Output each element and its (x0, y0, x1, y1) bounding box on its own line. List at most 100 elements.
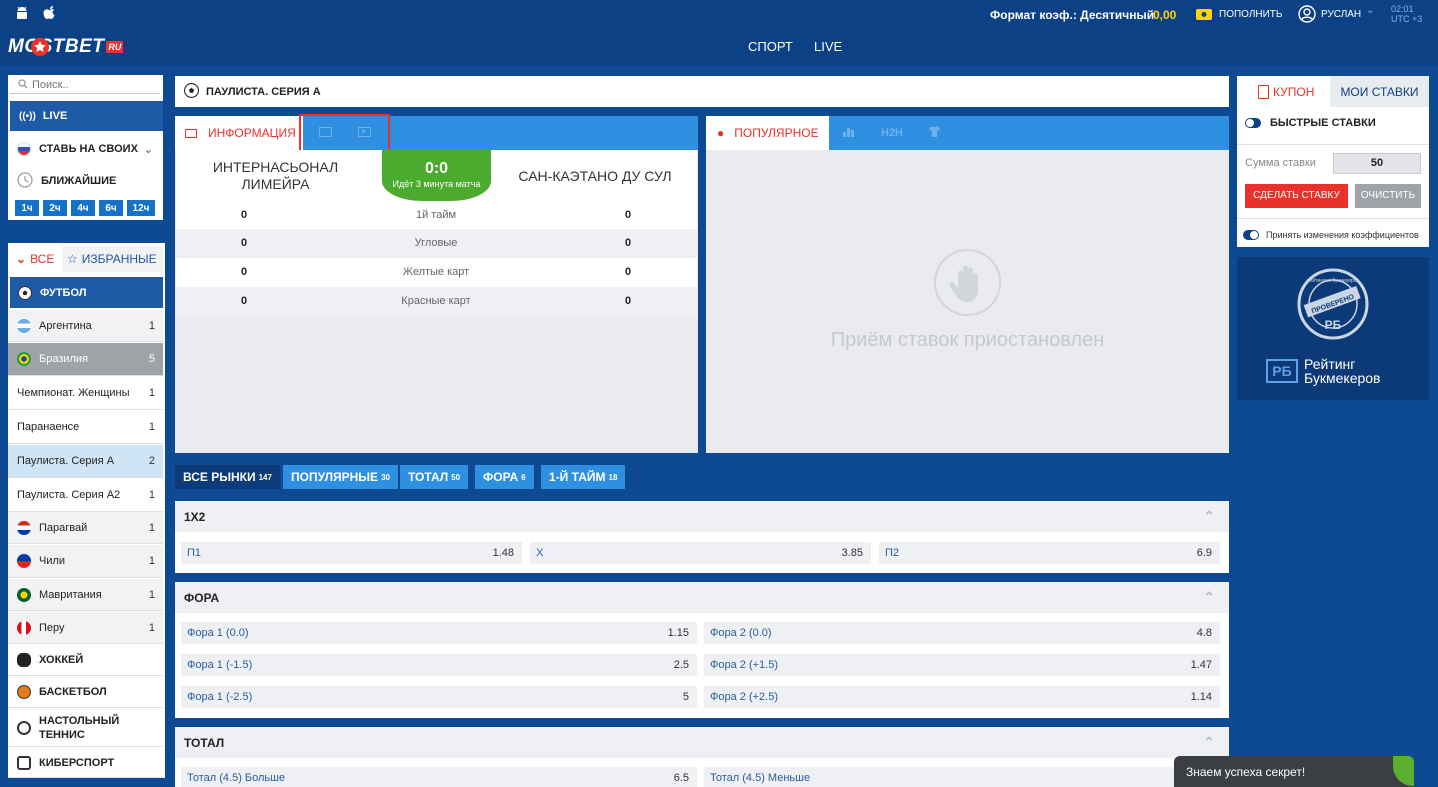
tab-popular[interactable]: ● ПОПУЛЯРНОЕ (706, 116, 829, 150)
hour-12-button[interactable]: 12ч (127, 200, 155, 216)
odd-button[interactable]: Фора 2 (+2.5) 1.14 (704, 686, 1220, 708)
odd-name: П1 (187, 547, 202, 559)
quick-bets-toggle[interactable]: БЫСТРЫЕ СТАВКИ (1245, 115, 1376, 131)
hour-4-button[interactable]: 4ч (71, 200, 95, 216)
sport-label: БАСКЕТБОЛ (39, 686, 107, 698)
league-argentina[interactable]: Аргентина 1 (8, 310, 163, 342)
market-handicap-header[interactable]: ФОРА ⌃ (175, 582, 1229, 613)
search-box[interactable] (10, 77, 160, 94)
tab-h2h[interactable]: H2H (881, 127, 903, 139)
sidebar-live-label: LIVE (42, 110, 68, 122)
toggle-switch[interactable] (1243, 230, 1259, 240)
sport-esports[interactable]: КИБЕРСПОРТ (8, 748, 163, 778)
league-paraguay[interactable]: Парагвай 1 (8, 512, 163, 544)
chevron-up-icon[interactable]: ⌃ (1203, 508, 1215, 525)
market-tab-count: 6 (521, 472, 526, 482)
league-mauritania[interactable]: Мавритания 1 (8, 579, 163, 611)
odd-value: 1.48 (492, 547, 514, 559)
chevron-down-icon[interactable]: ⌄ (1366, 5, 1374, 16)
place-bet-button[interactable]: СДЕЛАТЬ СТАВКУ (1245, 184, 1348, 208)
apple-icon[interactable] (42, 5, 58, 21)
odd-button[interactable]: Фора 1 (0.0) 1.15 (181, 622, 697, 644)
league-name: Паулиста. Серия А2 (17, 489, 121, 501)
chevron-up-icon[interactable]: ⌃ (1203, 734, 1215, 751)
sidebar-upcoming[interactable]: БЛИЖАЙШИЕ (10, 170, 163, 192)
hour-1-button[interactable]: 1ч (15, 200, 39, 216)
stat-home: 0 (241, 237, 248, 249)
league-chile[interactable]: Чили 1 (8, 545, 163, 578)
tab-all[interactable]: ⌄ ВСЕ (10, 246, 60, 272)
tab-favorites-label: ИЗБРАННЫЕ (81, 252, 157, 266)
sidebar-sport-football[interactable]: ФУТБОЛ (10, 277, 163, 308)
tab-favorites[interactable]: ☆ ИЗБРАННЫЕ (62, 246, 163, 272)
sport-table-tennis[interactable]: НАСТОЛЬНЫЙ ТЕННИС (8, 709, 163, 747)
tab-coupon[interactable]: КУПОН (1237, 76, 1330, 107)
accept-changes-toggle[interactable]: Принять изменения коэффициентов (1243, 228, 1419, 242)
deposit-button[interactable]: ПОПОЛНИТЬ (1219, 9, 1282, 20)
tab-popular-label: ПОПУЛЯРНОЕ (734, 126, 819, 140)
league-name: Парагвай (39, 521, 88, 534)
hour-6-button[interactable]: 6ч (99, 200, 123, 216)
odd-name: Тотал (4.5) Меньше (710, 772, 811, 784)
league-paulista-a2[interactable]: Паулиста. Серия А2 1 (8, 479, 163, 512)
league-peru[interactable]: Перу 1 (8, 612, 163, 644)
odd-button[interactable]: Фора 1 (-1.5) 2.5 (181, 654, 697, 676)
username[interactable]: РУСЛАН (1321, 9, 1361, 20)
search-icon (18, 78, 28, 92)
odd-button[interactable]: Фора 2 (+1.5) 1.47 (704, 654, 1220, 676)
odd-button[interactable]: П1 1.48 (181, 542, 522, 564)
nav-live[interactable]: LIVE (814, 39, 842, 54)
odds-format-label[interactable]: Формат коэф.: Десятичный (990, 8, 1154, 22)
league-womens-championship[interactable]: Чемпионат. Женщины 1 (8, 377, 163, 410)
market-tab-handicap[interactable]: ФОРА 6 (475, 465, 534, 489)
odd-button[interactable]: Х 3.85 (530, 542, 871, 564)
league-paulista-a[interactable]: Паулиста. Серия А 2 (8, 445, 163, 478)
market-title: 1X2 (184, 509, 206, 524)
tab-info[interactable]: ИНФОРМАЦИЯ (175, 116, 303, 150)
odd-button[interactable]: Фора 1 (-2.5) 5 (181, 686, 697, 708)
league-name: Перу (39, 621, 65, 634)
market-tab-count: 147 (258, 472, 272, 482)
nav-sport[interactable]: СПОРТ (748, 39, 793, 54)
market-tab-all[interactable]: ВСЕ РЫНКИ 147 (175, 465, 280, 489)
logo[interactable]: MOSTBET RU (8, 36, 124, 57)
odd-value: 6.5 (673, 772, 689, 784)
league-paranaense[interactable]: Паранаенсе 1 (8, 411, 163, 444)
stamp-badge: РБ (1324, 318, 1342, 332)
market-tab-total[interactable]: ТОТАЛ 50 (400, 465, 469, 489)
league-count: 1 (148, 489, 155, 501)
stake-input[interactable]: 50 (1333, 153, 1421, 174)
sidebar-upcoming-label: БЛИЖАЙШИЕ (41, 175, 117, 187)
sport-basketball[interactable]: БАСКЕТБОЛ (8, 677, 163, 708)
toggle-switch[interactable] (1245, 118, 1261, 128)
clear-button[interactable]: ОЧИСТИТЬ (1355, 184, 1421, 208)
search-input[interactable] (32, 79, 152, 91)
sidebar-live[interactable]: ((•)) LIVE (10, 101, 163, 131)
market-tab-first-half[interactable]: 1-Й ТАЙМ 18 (541, 465, 626, 489)
market-tab-label: ФОРА (483, 470, 519, 484)
russia-flag-icon (17, 142, 31, 156)
odd-button[interactable]: Фора 2 (0.0) 4.8 (704, 622, 1220, 644)
chevron-up-icon[interactable]: ⌃ (1203, 589, 1215, 606)
odd-button[interactable]: Тотал (4.5) Больше 6.5 (181, 767, 697, 787)
stat-label: 1й тайм (415, 209, 457, 221)
sidebar-bet-own[interactable]: СТАВЬ НА СВОИХ ⌄ (10, 134, 163, 164)
argentina-flag-icon (17, 318, 31, 333)
android-icon[interactable] (14, 6, 30, 22)
sport-hockey[interactable]: ХОККЕЙ (8, 645, 163, 676)
market-1x2-header[interactable]: 1X2 ⌃ (175, 501, 1229, 532)
team-shirt-icon[interactable] (928, 125, 941, 141)
league-brazil[interactable]: Бразилия 5 (8, 343, 163, 376)
hour-2-button[interactable]: 2ч (43, 200, 67, 216)
bar-chart-icon[interactable] (842, 125, 855, 141)
hand-stop-icon (934, 249, 1001, 316)
basketball-icon (17, 685, 31, 699)
odd-name: П2 (885, 547, 900, 559)
suspended-text: Приём ставок приостановлен (830, 329, 1105, 351)
user-icon[interactable] (1298, 5, 1316, 23)
market-total-header[interactable]: ТОТАЛ ⌃ (175, 727, 1229, 758)
odd-button[interactable]: П2 6.9 (879, 542, 1220, 564)
odd-button[interactable]: Тотал (4.5) Меньше (704, 767, 1220, 787)
market-tab-popular[interactable]: ПОПУЛЯРНЫЕ 30 (283, 465, 398, 489)
tab-my-bets[interactable]: МОИ СТАВКИ (1330, 76, 1429, 107)
